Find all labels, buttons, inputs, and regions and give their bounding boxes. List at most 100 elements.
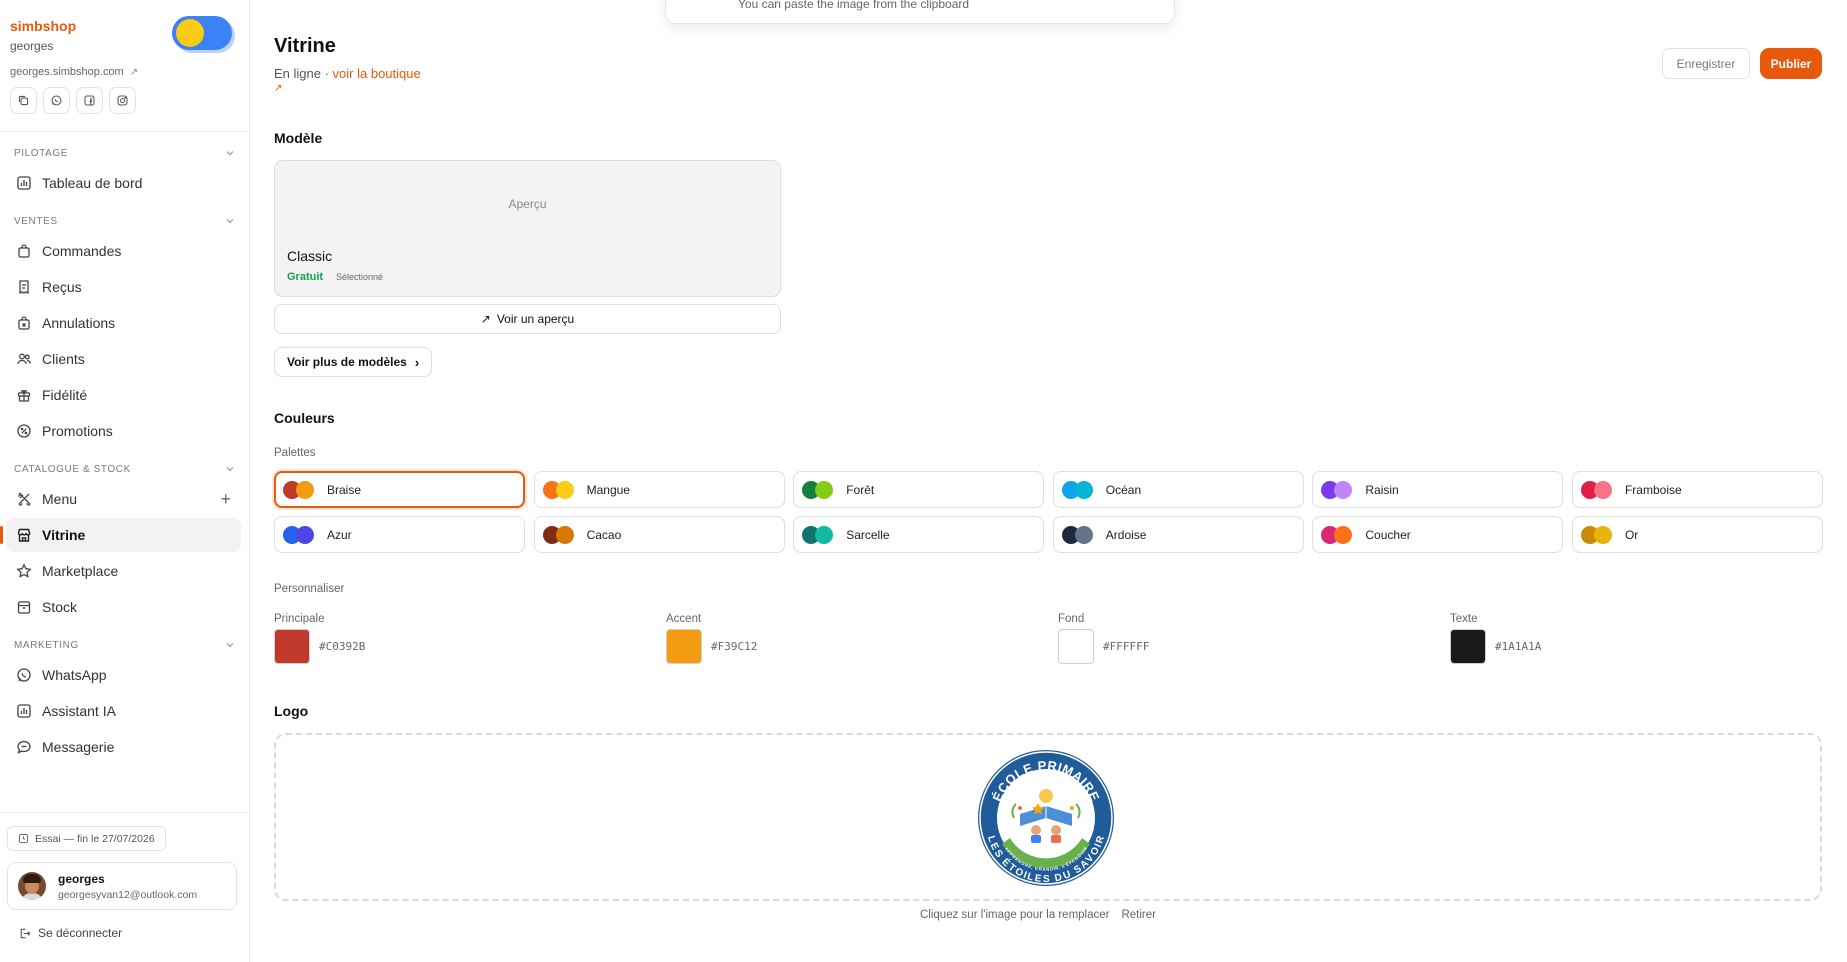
palette-option[interactable]: Ardoise xyxy=(1052,516,1304,553)
sidebar-item-clients[interactable]: Clients xyxy=(6,342,241,376)
add-menu-icon[interactable]: + xyxy=(220,489,231,510)
palette-swatch-icon xyxy=(802,480,838,499)
sidebar-item-tableau-de-bord[interactable]: Tableau de bord xyxy=(6,166,241,200)
palette-option[interactable]: Framboise xyxy=(1571,471,1823,508)
cancel-icon xyxy=(18,316,30,330)
star-icon xyxy=(16,563,32,578)
custom-color-principale[interactable]: Principale #C0392B xyxy=(274,613,365,664)
custom-color-accent[interactable]: Accent #F39C12 xyxy=(666,613,757,664)
color-hex[interactable]: #1A1A1A xyxy=(1495,640,1541,653)
palette-option[interactable]: Or xyxy=(1571,516,1823,553)
publish-button[interactable]: Publier xyxy=(1760,48,1822,79)
palette-swatch-icon xyxy=(1580,480,1617,499)
sidebar-item-label: Assistant IA xyxy=(42,703,116,719)
preview-button-label: Voir un aperçu xyxy=(496,312,575,326)
palette-option[interactable]: Océan xyxy=(1052,471,1304,508)
chevron-down-icon xyxy=(226,219,234,224)
color-hex[interactable]: #C0392B xyxy=(319,640,365,653)
facebook-icon[interactable] xyxy=(76,87,103,114)
palette-option[interactable]: Cacao xyxy=(533,516,785,553)
sidebar-item-fidelite[interactable]: Fidélité xyxy=(6,378,241,412)
palette-option[interactable]: Raisin xyxy=(1312,471,1564,508)
gift-icon xyxy=(17,389,31,402)
brand-name[interactable]: simbshop xyxy=(10,18,76,34)
palette-label: Or xyxy=(1624,527,1639,542)
toast-text: You can paste the image from the clipboa… xyxy=(738,0,970,11)
section-ventes[interactable]: Ventes xyxy=(0,210,249,232)
chevron-right-icon: › xyxy=(414,354,420,370)
preview-template-button[interactable]: ↗ Voir un aperçu xyxy=(274,304,781,334)
sidebar-item-label: Promotions xyxy=(42,423,113,439)
sidebar-item-vitrine[interactable]: Vitrine xyxy=(0,518,241,552)
section-marketing[interactable]: Marketing xyxy=(0,634,249,656)
section-pilotage[interactable]: Pilotage xyxy=(0,142,249,164)
sidebar-item-messagerie[interactable]: Messagerie xyxy=(6,730,241,764)
custom-color-fond[interactable]: Fond #FFFFFF xyxy=(1058,613,1149,664)
section-label: Ventes xyxy=(14,215,58,227)
sidebar-item-label: Marketplace xyxy=(42,563,119,579)
sidebar-item-assistant-ia[interactable]: Assistant IA xyxy=(6,694,241,728)
shop-url-link[interactable]: georges.simbshop.com ↗ xyxy=(10,66,138,78)
sidebar-item-marketplace[interactable]: Marketplace xyxy=(6,554,241,588)
color-swatch[interactable] xyxy=(1058,629,1094,664)
palettes-label: Palettes xyxy=(274,447,316,459)
logout-button[interactable]: Se déconnecter xyxy=(18,926,122,940)
color-swatch[interactable] xyxy=(666,629,702,664)
template-card-classic[interactable]: Aperçu Classic Gratuit Sélectionné xyxy=(274,160,781,297)
remove-logo-button[interactable]: Retirer xyxy=(1121,909,1156,921)
palette-option[interactable]: Mangue xyxy=(533,471,785,508)
chevron-down-icon xyxy=(226,151,234,156)
sidebar-item-whatsapp[interactable]: WhatsApp xyxy=(6,658,241,692)
copy-icon[interactable] xyxy=(10,87,37,114)
palette-label: Braise xyxy=(327,482,362,497)
theme-toggle[interactable] xyxy=(172,16,232,50)
palette-label: Coucher xyxy=(1365,527,1411,542)
sidebar-item-label: Clients xyxy=(42,351,85,367)
palette-option[interactable]: Coucher xyxy=(1312,516,1564,553)
logo-heading: Logo xyxy=(274,703,309,719)
template-preview-placeholder: Aperçu xyxy=(508,197,547,211)
save-button[interactable]: Enregistrer xyxy=(1662,48,1750,79)
utensils-icon xyxy=(18,492,31,506)
palette-option[interactable]: Forêt xyxy=(793,471,1045,508)
sidebar-item-recus[interactable]: Reçus xyxy=(6,270,241,304)
section-catalogue-stock[interactable]: Catalogue & Stock xyxy=(0,458,249,480)
color-swatch[interactable] xyxy=(274,629,310,664)
color-hex[interactable]: #FFFFFF xyxy=(1103,640,1149,653)
sidebar-item-menu[interactable]: Menu + xyxy=(6,482,241,516)
color-swatch[interactable] xyxy=(1450,629,1486,664)
chevron-down-icon xyxy=(226,467,234,472)
logo-help: Cliquez sur l'image pour la remplacer Re… xyxy=(920,909,1156,921)
instagram-icon[interactable] xyxy=(109,87,136,114)
view-shop-link[interactable]: voir la boutique xyxy=(333,66,421,81)
more-templates-button[interactable]: Voir plus de modèles › xyxy=(274,347,433,377)
logout-label: Se déconnecter xyxy=(38,926,123,940)
percent-icon xyxy=(17,424,31,438)
social-share-bar xyxy=(10,87,136,114)
sidebar-item-label: Annulations xyxy=(42,315,116,331)
section-label: Catalogue & Stock xyxy=(14,463,131,475)
color-hex[interactable]: #F39C12 xyxy=(711,640,757,653)
sidebar-item-annulations[interactable]: Annulations xyxy=(6,306,241,340)
palette-option[interactable]: Azur xyxy=(274,516,525,553)
chevron-down-icon xyxy=(226,643,234,648)
palette-label: Océan xyxy=(1105,482,1142,497)
school-logo-image[interactable]: ÉCOLE PRIMAIRE LES ÉTOILES DU SAVOIR APP… xyxy=(976,748,1116,888)
status-text: En ligne · xyxy=(274,66,329,81)
palette-label: Mangue xyxy=(586,482,630,497)
palette-option[interactable]: Braise xyxy=(274,471,525,508)
box-icon xyxy=(17,601,31,614)
sidebar-item-label: Vitrine xyxy=(42,527,86,543)
sidebar-divider xyxy=(0,812,250,813)
palette-label: Cacao xyxy=(586,527,622,542)
palette-label: Raisin xyxy=(1365,482,1399,497)
sidebar-item-commandes[interactable]: Commandes xyxy=(6,234,241,268)
sidebar-item-stock[interactable]: Stock xyxy=(6,590,241,624)
whatsapp-icon[interactable] xyxy=(43,87,70,114)
palette-option[interactable]: Sarcelle xyxy=(793,516,1045,553)
logo-replace-hint: Cliquez sur l'image pour la remplacer xyxy=(920,909,1110,921)
sidebar-item-promotions[interactable]: Promotions xyxy=(6,414,241,448)
user-card[interactable]: georges georgesyvan12@outlook.com xyxy=(7,862,237,910)
color-label: Accent xyxy=(666,613,702,625)
custom-color-texte[interactable]: Texte #1A1A1A xyxy=(1450,613,1541,664)
